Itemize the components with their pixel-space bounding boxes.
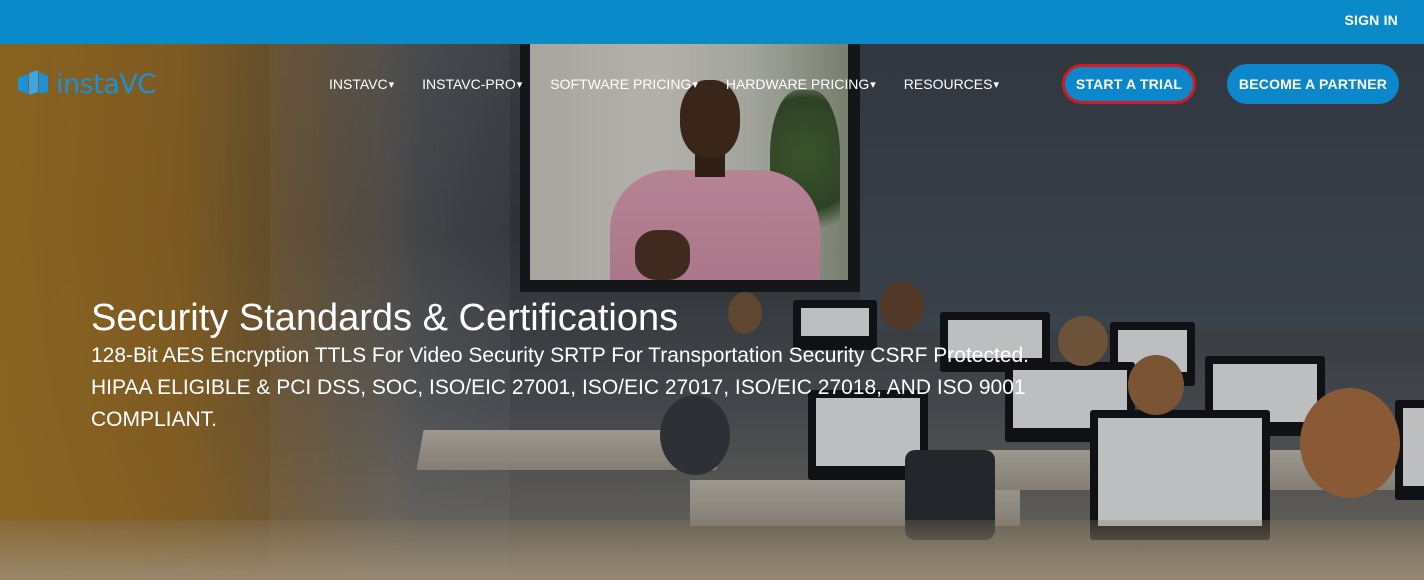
nav-item-label: HARDWARE PRICING <box>725 76 870 92</box>
logo-link[interactable]: instaVC <box>16 66 156 102</box>
main-navigation: instaVC INSTAVC ▾ INSTAVC-PRO ▾ SOFTWARE P… <box>0 44 1424 124</box>
nav-item-instavc[interactable]: INSTAVC ▾ <box>329 76 394 92</box>
nav-item-label: INSTAVC-PRO <box>422 76 516 92</box>
caret-down-icon: ▾ <box>870 78 876 91</box>
hero-description: 128-Bit AES Encryption TTLS For Video Se… <box>91 344 1030 431</box>
caret-down-icon: ▾ <box>388 78 395 91</box>
logo-text: instaVC <box>56 68 156 100</box>
nav-item-instavc-pro[interactable]: INSTAVC-PRO ▾ <box>422 76 522 92</box>
caret-down-icon: ▾ <box>692 78 698 91</box>
nav-item-label: SOFTWARE PRICING <box>550 76 692 92</box>
nav-menu: INSTAVC ▾ INSTAVC-PRO ▾ SOFTWARE PRICING ▾ … <box>329 76 1027 92</box>
become-partner-button[interactable]: BECOME A PARTNER <box>1227 64 1399 104</box>
nav-item-resources[interactable]: RESOURCES ▾ <box>904 76 999 92</box>
sign-in-link[interactable]: SIGN IN <box>1344 12 1398 28</box>
hero-title: Security Standards & Certifications <box>91 297 679 339</box>
start-trial-button[interactable]: START A TRIAL <box>1062 64 1196 104</box>
caret-down-icon: ▾ <box>993 78 999 91</box>
nav-item-label: RESOURCES <box>903 76 993 92</box>
caret-down-icon: ▾ <box>516 78 523 91</box>
top-bar: SIGN IN <box>0 0 1424 44</box>
hero-section: Security Standards & Certifications 128-… <box>91 296 1081 436</box>
cube-logo-icon <box>18 70 48 95</box>
nav-item-label: INSTAVC <box>329 76 388 92</box>
nav-item-software-pricing[interactable]: SOFTWARE PRICING ▾ <box>550 76 698 92</box>
nav-item-hardware-pricing[interactable]: HARDWARE PRICING ▾ <box>726 76 876 92</box>
